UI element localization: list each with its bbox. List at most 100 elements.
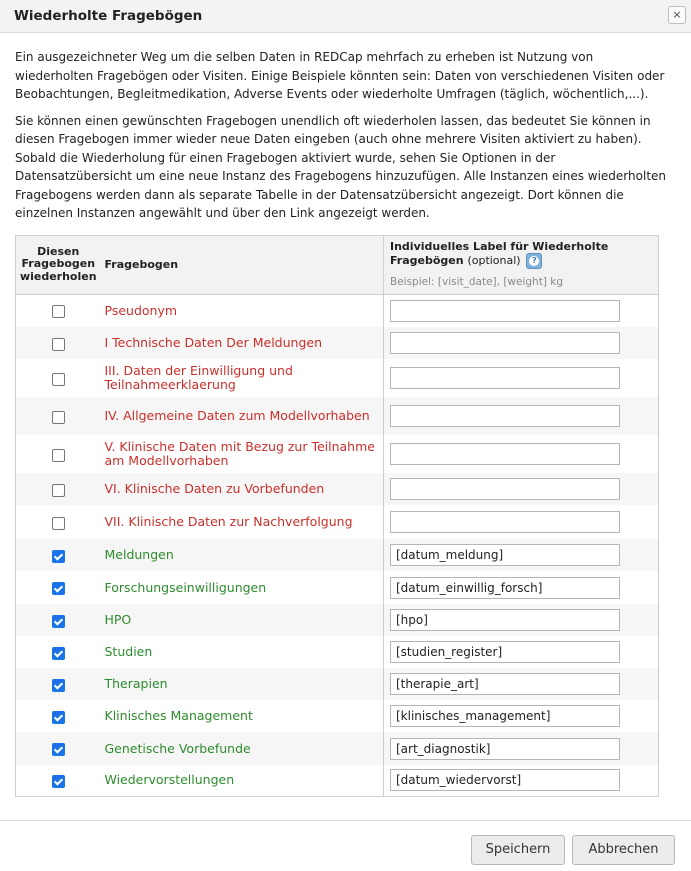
repeat-checkbox-cell: [16, 636, 101, 668]
dialog-content: Ein ausgezeichneter Weg um die selben Da…: [0, 33, 691, 797]
custom-label-cell: [383, 765, 659, 796]
custom-label-cell: [383, 397, 659, 435]
repeat-checkbox[interactable]: [51, 678, 65, 692]
repeat-checkbox-cell: [16, 668, 101, 700]
cancel-button[interactable]: Abbrechen: [572, 835, 675, 865]
custom-label-input[interactable]: [390, 641, 620, 663]
table-row: I Technische Daten Der Meldungen: [15, 327, 659, 359]
repeat-checkbox-cell: [16, 571, 101, 604]
column-header-repeat: Diesen Fragebogen wiederholen: [15, 235, 101, 295]
repeat-checkbox[interactable]: [51, 743, 65, 756]
custom-label-input[interactable]: [390, 609, 620, 631]
intro-paragraph-2: Sie können einen gewünschten Fragebogen …: [15, 113, 667, 221]
repeat-checkbox[interactable]: [51, 549, 65, 563]
column-header-form: Fragebogen: [100, 235, 384, 295]
dialog-footer: Speichern Abbrechen: [0, 820, 691, 871]
form-name: Forschungseinwilligungen: [104, 579, 267, 595]
custom-label-input[interactable]: [390, 576, 620, 599]
custom-label-input[interactable]: [390, 367, 620, 389]
custom-label-input[interactable]: [390, 332, 620, 354]
custom-label-input[interactable]: [390, 544, 620, 566]
custom-label-input[interactable]: [390, 737, 620, 760]
help-icon-glyph: ?: [529, 256, 540, 266]
repeat-checkbox-cell: [16, 473, 101, 505]
repeating-forms-dialog: Wiederholte Fragebögen × Ein ausgezeichn…: [0, 0, 691, 871]
table-row: Klinisches Management: [16, 700, 659, 732]
table-row: Forschungseinwilligungen: [16, 571, 659, 604]
table-row: Genetische Vorbefunde: [15, 732, 659, 765]
form-name: VI. Klinische Daten zu Vorbefunden: [104, 481, 325, 496]
form-name: IV. Allgemeine Daten zum Modellvorhaben: [104, 408, 370, 423]
column-header-label: Individuelles Label für Wiederholte Frag…: [383, 235, 659, 295]
repeat-checkbox[interactable]: [51, 646, 65, 660]
custom-label-input[interactable]: [390, 443, 620, 465]
repeat-checkbox[interactable]: [51, 614, 65, 628]
custom-label-input[interactable]: [390, 299, 620, 322]
custom-label-input[interactable]: [390, 673, 620, 695]
repeat-checkbox[interactable]: [51, 448, 65, 462]
repeat-checkbox[interactable]: [51, 774, 65, 788]
form-name: VII. Klinische Daten zur Nachverfolgung: [104, 514, 353, 529]
form-name: I Technische Daten Der Meldungen: [104, 335, 323, 350]
repeat-checkbox-cell: [16, 327, 101, 359]
dialog-titlebar: Wiederholte Fragebögen ×: [0, 0, 691, 33]
table-body: Pseudonym I Technische Daten Der Meldunge…: [15, 294, 659, 796]
form-name: Wiedervorstellungen: [104, 772, 235, 788]
repeat-checkbox[interactable]: [51, 372, 65, 386]
repeat-checkbox-cell: [16, 397, 101, 435]
custom-label-cell: [383, 636, 659, 668]
close-icon[interactable]: ×: [668, 6, 686, 24]
form-name: Meldungen: [104, 547, 174, 562]
custom-label-input[interactable]: [390, 405, 620, 427]
repeat-checkbox-cell: [16, 294, 101, 327]
repeat-checkbox-cell: [16, 604, 101, 636]
repeat-checkbox[interactable]: [51, 710, 65, 724]
form-name: Studien: [104, 644, 153, 659]
form-name: Pseudonym: [104, 302, 178, 318]
help-icon[interactable]: ?: [526, 253, 543, 269]
custom-label-cell: [383, 294, 659, 327]
table-header-row: Diesen Fragebogen wiederholen Fragebogen…: [15, 235, 659, 295]
custom-label-cell: [383, 571, 659, 604]
table-row: V. Klinische Daten mit Bezug zur Teilnah…: [16, 435, 659, 473]
custom-label-cell: [383, 700, 659, 732]
repeat-checkbox[interactable]: [51, 410, 65, 424]
custom-label-cell: [383, 505, 659, 539]
custom-label-cell: [383, 473, 659, 505]
table-row: Meldungen: [15, 539, 659, 571]
form-name: HPO: [104, 612, 132, 627]
form-name: V. Klinische Daten mit Bezug zur Teilnah…: [104, 439, 375, 468]
repeat-checkbox-cell: [16, 539, 101, 571]
repeating-forms-table: Diesen Fragebogen wiederholen Fragebogen…: [15, 234, 659, 797]
custom-label-cell: [383, 668, 659, 700]
custom-label-cell: [383, 359, 659, 397]
table-row: Therapien: [15, 668, 659, 700]
table-row: III. Daten der Einwilligung und Teilnahm…: [16, 359, 659, 397]
custom-label-input[interactable]: [390, 511, 620, 533]
table-row: VI. Klinische Daten zu Vorbefunden: [15, 473, 659, 505]
custom-label-input[interactable]: [390, 478, 620, 500]
table-row: HPO: [15, 604, 659, 636]
repeat-checkbox-cell: [16, 732, 101, 765]
repeat-checkbox[interactable]: [51, 337, 65, 351]
custom-label-cell: [383, 732, 659, 765]
repeat-checkbox-cell: [16, 505, 101, 539]
custom-label-cell: [383, 327, 659, 359]
table-row: Studien: [16, 636, 659, 668]
column-header-optional: (optional): [467, 254, 521, 267]
repeat-checkbox[interactable]: [51, 516, 65, 530]
custom-label-input[interactable]: [390, 769, 620, 792]
repeat-checkbox-cell: [16, 765, 101, 796]
table-row: Wiedervorstellungen: [16, 765, 659, 796]
table-row: IV. Allgemeine Daten zum Modellvorhaben: [15, 397, 659, 435]
table-row: VII. Klinische Daten zur Nachverfolgung: [16, 505, 659, 539]
custom-label-cell: [383, 539, 659, 571]
repeat-checkbox[interactable]: [51, 305, 65, 319]
custom-label-input[interactable]: [390, 705, 620, 727]
form-name: Genetische Vorbefunde: [104, 740, 251, 756]
save-button[interactable]: Speichern: [471, 835, 565, 865]
repeat-checkbox[interactable]: [51, 582, 65, 595]
repeat-checkbox-cell: [16, 435, 101, 473]
repeat-checkbox-cell: [16, 359, 101, 397]
repeat-checkbox[interactable]: [51, 483, 65, 497]
